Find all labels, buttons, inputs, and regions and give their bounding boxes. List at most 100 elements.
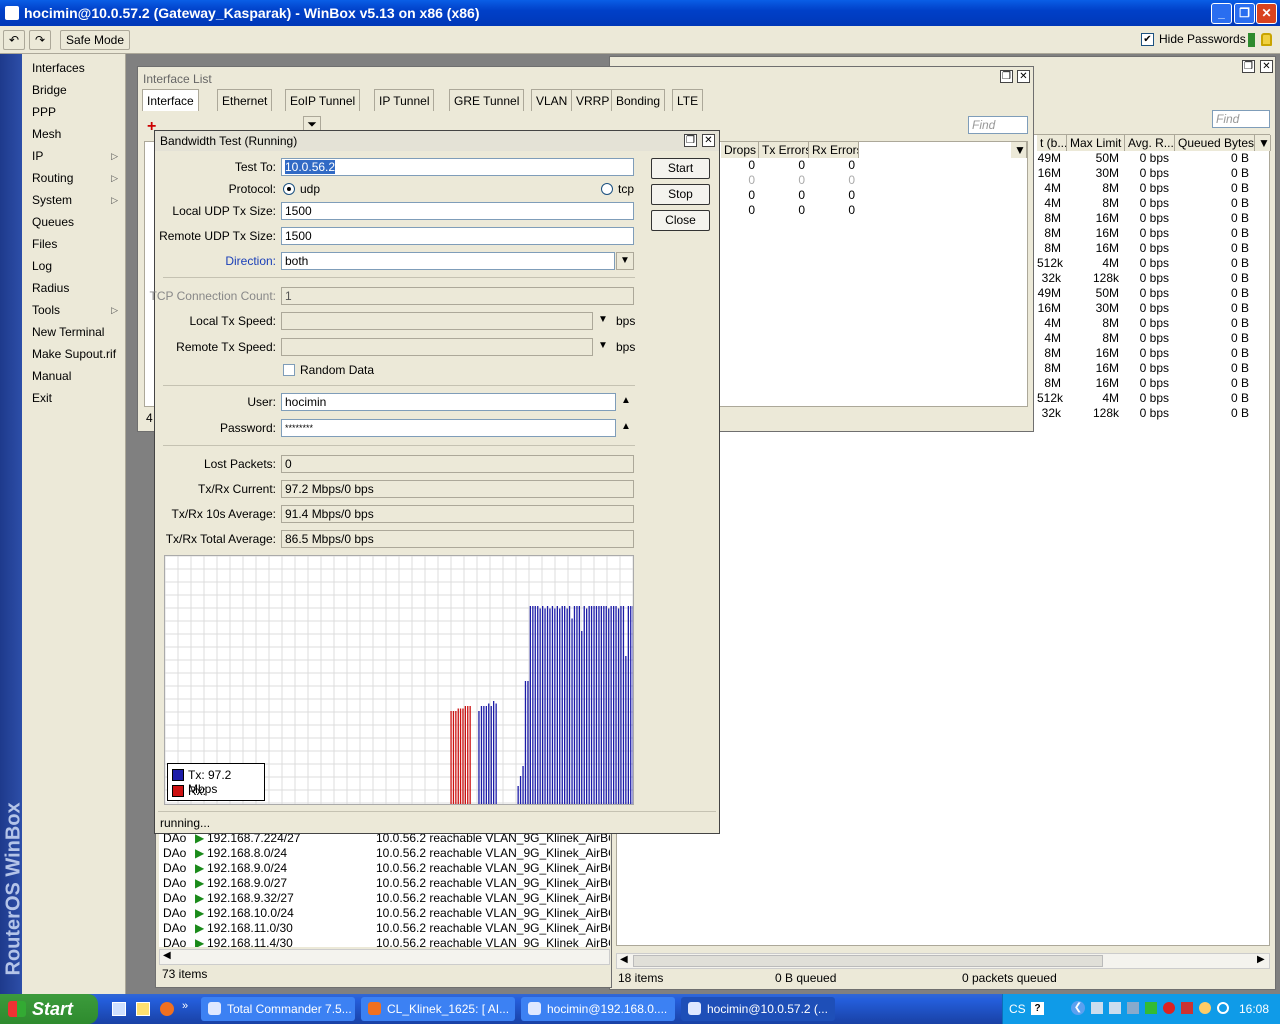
local-udp-input[interactable]: 1500: [281, 202, 634, 220]
redo-button[interactable]: ↷: [29, 30, 51, 50]
quicklaunch-firefox-icon[interactable]: [160, 1002, 174, 1016]
queue-col-menu[interactable]: ▼: [1255, 135, 1271, 151]
tcp-radio[interactable]: [601, 183, 613, 195]
random-data-checkbox[interactable]: [283, 364, 295, 376]
user-collapse-icon[interactable]: ▲: [621, 395, 631, 406]
tab-gre-tunnel[interactable]: GRE Tunnel: [449, 89, 525, 111]
scroll-right-icon[interactable]: ▶: [1257, 954, 1265, 965]
scroll-thumb[interactable]: [633, 955, 1103, 967]
iface-restore-button[interactable]: ❐: [1000, 70, 1013, 83]
tray-app-icon[interactable]: [1127, 1002, 1139, 1014]
menu-item-mesh[interactable]: Mesh: [32, 124, 122, 144]
bw-restore-button[interactable]: ❐: [684, 134, 697, 147]
local-speed-input[interactable]: [281, 312, 593, 330]
taskbar-item[interactable]: hocimin@192.168.0....: [521, 997, 675, 1021]
iface-col-rx-errors[interactable]: Rx Errors: [809, 142, 859, 158]
tray-app3-icon[interactable]: [1199, 1002, 1211, 1014]
taskbar-item[interactable]: hocimin@10.0.57.2 (...: [681, 997, 835, 1021]
menu-item-new-terminal[interactable]: New Terminal: [32, 322, 122, 342]
taskbar-item[interactable]: CL_Klinek_1625: [ AI...: [361, 997, 515, 1021]
bw-close-button[interactable]: ✕: [702, 134, 715, 147]
udp-radio[interactable]: [283, 183, 295, 195]
route-row[interactable]: DAo ▶ 192.168.9.0/24 10.0.56.2 reachable VL…: [159, 861, 610, 876]
menu-item-ip[interactable]: IP ▷: [32, 146, 122, 166]
queue-col-target[interactable]: t (b...: [1037, 135, 1067, 151]
queue-col-max-limit[interactable]: Max Limit ...: [1067, 135, 1125, 151]
queue-find-input[interactable]: Find: [1212, 110, 1270, 128]
local-speed-dropdown-icon[interactable]: ▼: [598, 314, 608, 325]
route-row[interactable]: DAo ▶ 192.168.9.32/27 10.0.56.2 reachable V…: [159, 891, 610, 906]
close-dialog-button[interactable]: Close: [651, 210, 710, 231]
stop-button[interactable]: Stop: [651, 184, 710, 205]
direction-select[interactable]: both: [281, 252, 615, 270]
quicklaunch-explorer-icon[interactable]: [136, 1002, 150, 1016]
menu-item-exit[interactable]: Exit: [32, 388, 122, 408]
queue-restore-button[interactable]: ❐: [1242, 60, 1255, 73]
menu-item-routing[interactable]: Routing ▷: [32, 168, 122, 188]
shield-icon[interactable]: [1181, 1002, 1193, 1014]
quicklaunch-desktop-icon[interactable]: [112, 1002, 126, 1016]
iface-find-input[interactable]: Find: [968, 116, 1028, 134]
remote-udp-input[interactable]: 1500: [281, 227, 634, 245]
maximize-button[interactable]: ❐: [1234, 3, 1255, 24]
queue-hscroll[interactable]: ◀ ▶: [616, 953, 1270, 969]
tab-ethernet[interactable]: Ethernet: [217, 89, 273, 111]
route-row[interactable]: DAo ▶ 192.168.8.0/24 10.0.56.2 reachable VL…: [159, 846, 610, 861]
iface-col-menu[interactable]: ▼: [1011, 142, 1027, 158]
language-indicator[interactable]: CS: [1009, 1002, 1026, 1016]
queue-col-queued-bytes[interactable]: Queued Bytes: [1175, 135, 1255, 151]
menu-item-queues[interactable]: Queues: [32, 212, 122, 232]
menu-item-interfaces[interactable]: Interfaces: [32, 58, 122, 78]
scroll-left-icon[interactable]: ◀: [163, 950, 171, 961]
remote-speed-input[interactable]: [281, 338, 593, 356]
menu-item-bridge[interactable]: Bridge: [32, 80, 122, 100]
menu-item-system[interactable]: System ▷: [32, 190, 122, 210]
route-row[interactable]: DAo ▶ 192.168.11.0/30 10.0.56.2 reachable V…: [159, 921, 610, 936]
close-button[interactable]: ✕: [1256, 3, 1277, 24]
tab-vlan[interactable]: VLAN: [531, 89, 573, 111]
help-icon[interactable]: ?: [1031, 1002, 1044, 1015]
tab-interface[interactable]: Interface: [142, 89, 199, 111]
menu-item-files[interactable]: Files: [32, 234, 122, 254]
route-row[interactable]: DAo ▶ 192.168.10.0/24 10.0.56.2 reachable V…: [159, 906, 610, 921]
queue-close-button[interactable]: ✕: [1260, 60, 1273, 73]
iface-close-button[interactable]: ✕: [1017, 70, 1030, 83]
network2-icon[interactable]: [1109, 1002, 1121, 1014]
menu-item-manual[interactable]: Manual: [32, 366, 122, 386]
minimize-button[interactable]: _: [1211, 3, 1232, 24]
antivirus-icon[interactable]: [1163, 1002, 1175, 1014]
user-input[interactable]: hocimin: [281, 393, 616, 411]
search-icon[interactable]: [1217, 1002, 1229, 1014]
menu-item-ppp[interactable]: PPP: [32, 102, 122, 122]
safe-mode-button[interactable]: Safe Mode: [60, 30, 130, 50]
tray-app2-icon[interactable]: [1145, 1002, 1157, 1014]
password-collapse-icon[interactable]: ▲: [621, 421, 631, 432]
tab-ip-tunnel[interactable]: IP Tunnel: [374, 89, 435, 111]
iface-col-drops[interactable]: Drops: [721, 142, 759, 158]
remote-speed-dropdown-icon[interactable]: ▼: [598, 340, 608, 351]
scroll-left-icon[interactable]: ◀: [620, 954, 628, 965]
network-icon[interactable]: [1091, 1002, 1103, 1014]
tab-eoip-tunnel[interactable]: EoIP Tunnel: [285, 89, 361, 111]
password-input[interactable]: ********: [281, 419, 616, 437]
clock[interactable]: 16:08: [1239, 1002, 1269, 1016]
tab-vrrp[interactable]: VRRP: [571, 89, 615, 111]
taskbar-item[interactable]: Total Commander 7.5...: [201, 997, 355, 1021]
test-to-input[interactable]: 10.0.56.2: [281, 158, 634, 176]
hide-passwords-checkbox[interactable]: ✔: [1141, 33, 1154, 46]
start-button[interactable]: Start: [651, 158, 710, 179]
iface-col-tx-errors[interactable]: Tx Errors: [759, 142, 809, 158]
route-row[interactable]: DAo ▶ 192.168.11.4/30 10.0.56.2 reachable V…: [159, 936, 610, 947]
tab-lte[interactable]: LTE: [672, 89, 704, 111]
menu-item-tools[interactable]: Tools ▷: [32, 300, 122, 320]
route-row[interactable]: DAo ▶ 192.168.9.0/27 10.0.56.2 reachable VL…: [159, 876, 610, 891]
undo-button[interactable]: ↶: [3, 30, 25, 50]
menu-item-log[interactable]: Log: [32, 256, 122, 276]
menu-item-make-supout-rif[interactable]: Make Supout.rif: [32, 344, 122, 364]
tray-expand-icon[interactable]: ❮: [1071, 1001, 1085, 1015]
routes-hscroll[interactable]: ◀: [159, 949, 610, 965]
queue-col-avg-rate[interactable]: Avg. R...: [1125, 135, 1175, 151]
tab-bonding[interactable]: Bonding: [611, 89, 666, 111]
quicklaunch-more-icon[interactable]: »: [182, 1000, 188, 1012]
menu-item-radius[interactable]: Radius: [32, 278, 122, 298]
